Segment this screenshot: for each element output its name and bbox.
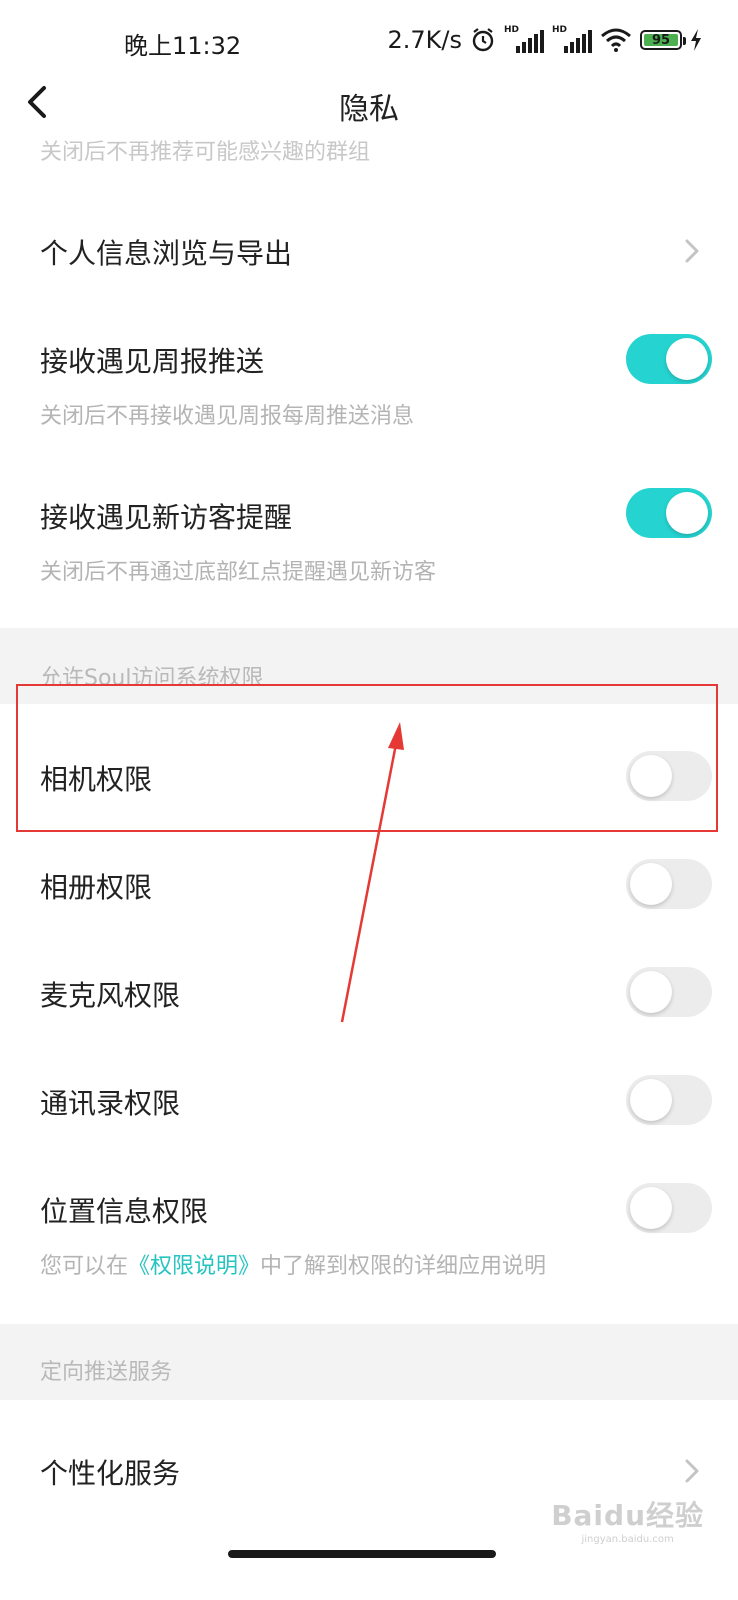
weekly-push-description: 关闭后不再接收遇见周报每周推送消息 <box>40 404 415 429</box>
personalized-service-label: 个性化服务 <box>40 1457 181 1490</box>
contacts-permission-label: 通讯录权限 <box>40 1087 181 1120</box>
network-speed: 2.7K/s <box>387 26 463 54</box>
album-permission-toggle[interactable] <box>626 859 712 909</box>
status-time: 晚上11:32 <box>124 32 242 60</box>
baidu-watermark: Baidu经验 jingyan.baidu.com <box>551 1499 704 1545</box>
weekly-push-toggle[interactable] <box>626 334 712 384</box>
permissions-info-link[interactable]: 《权限说明》 <box>128 1254 260 1279</box>
status-icons: 2.7K/s HD HD 95 <box>388 24 703 56</box>
page-title: 隐私 <box>339 92 399 127</box>
new-visitor-description: 关闭后不再通过底部红点提醒遇见新访客 <box>40 560 437 585</box>
camera-permission-toggle[interactable] <box>626 751 712 801</box>
new-visitor-label: 接收遇见新访客提醒 <box>40 501 293 534</box>
microphone-permission-label: 麦克风权限 <box>40 979 181 1012</box>
status-bar: 晚上11:32 2.7K/s HD HD 95 <box>0 0 738 84</box>
signal-icon: HD <box>552 25 592 53</box>
charging-icon <box>691 29 701 51</box>
chevron-right-icon <box>685 1459 699 1483</box>
cut-off-description: 关闭后不再推荐可能感兴趣的群组 <box>40 140 371 162</box>
location-permission-toggle[interactable] <box>626 1183 712 1233</box>
new-visitor-toggle[interactable] <box>626 488 712 538</box>
permissions-section-title: 允许Soul访问系统权限 <box>40 666 264 686</box>
location-permission-label: 位置信息权限 <box>40 1195 209 1228</box>
alarm-icon <box>472 28 494 52</box>
battery-icon: 95 <box>640 30 686 50</box>
signal-icon: HD <box>504 25 544 53</box>
home-indicator[interactable] <box>228 1550 496 1558</box>
permissions-note: 您可以在《权限说明》中了解到权限的详细应用说明 <box>40 1254 547 1279</box>
wifi-icon <box>601 28 631 52</box>
personal-info-label: 个人信息浏览与导出 <box>40 237 293 270</box>
microphone-permission-toggle[interactable] <box>626 967 712 1017</box>
contacts-permission-toggle[interactable] <box>626 1075 712 1125</box>
camera-permission-label: 相机权限 <box>40 763 153 796</box>
weekly-push-label: 接收遇见周报推送 <box>40 345 265 378</box>
targeted-push-section-title: 定向推送服务 <box>40 1360 173 1385</box>
chevron-right-icon <box>685 239 699 263</box>
album-permission-label: 相册权限 <box>40 871 153 904</box>
